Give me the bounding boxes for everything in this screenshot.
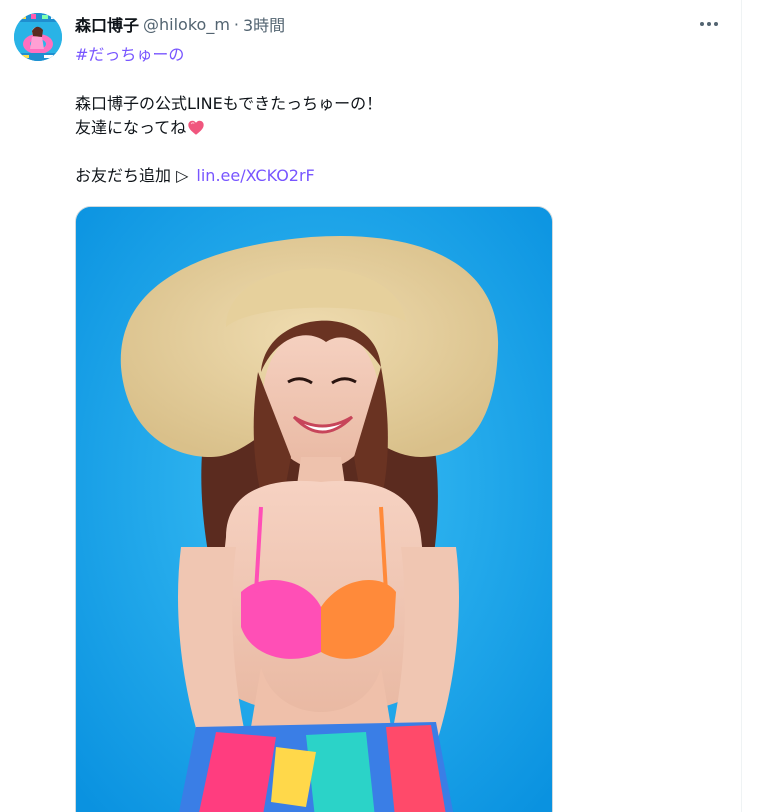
avatar[interactable] xyxy=(14,13,62,61)
text-line-2-content: 友達になってね xyxy=(75,118,187,137)
more-options-button[interactable] xyxy=(694,11,724,37)
avatar-image-icon xyxy=(14,13,62,61)
line-link[interactable]: lin.ee/XCKO2rF xyxy=(196,164,314,188)
text-line-2: 友達になってね xyxy=(75,116,715,140)
user-handle[interactable]: @hiloko_m xyxy=(143,15,230,34)
hashtag-link[interactable]: #だっちゅーの xyxy=(75,41,184,65)
add-friend-text: お友だち追加 ▷ xyxy=(75,166,189,185)
separator-dot: · xyxy=(233,14,239,34)
tweet-text: 森口博子の公式LINEもできたっちゅーの！ 友達になってね お友だち追加 ▷ l… xyxy=(75,92,715,188)
text-line-3: お友だち追加 ▷ lin.ee/XCKO2rF xyxy=(75,164,715,188)
more-dots-icon xyxy=(700,22,704,26)
text-line-1: 森口博子の公式LINEもできたっちゅーの！ xyxy=(75,92,715,116)
pink-heart-emoji-icon xyxy=(188,120,204,135)
text-line-1-content: 森口博子の公式LINEもできたっちゅーの！ xyxy=(75,94,383,113)
tweet[interactable]: 森口博子 @hiloko_m · 3時間 #だっちゅーの 森口博子の公式LINE… xyxy=(0,0,741,812)
display-name[interactable]: 森口博子 xyxy=(75,12,139,36)
tweet-header: 森口博子 @hiloko_m · 3時間 xyxy=(75,12,285,36)
more-dots-icon xyxy=(714,22,718,26)
photo-image xyxy=(76,207,552,812)
tweet-photo[interactable] xyxy=(75,206,553,812)
page: 森口博子 @hiloko_m · 3時間 #だっちゅーの 森口博子の公式LINE… xyxy=(0,0,758,812)
more-dots-icon xyxy=(707,22,711,26)
timeline-border xyxy=(741,0,742,812)
timestamp[interactable]: 3時間 xyxy=(243,12,285,36)
